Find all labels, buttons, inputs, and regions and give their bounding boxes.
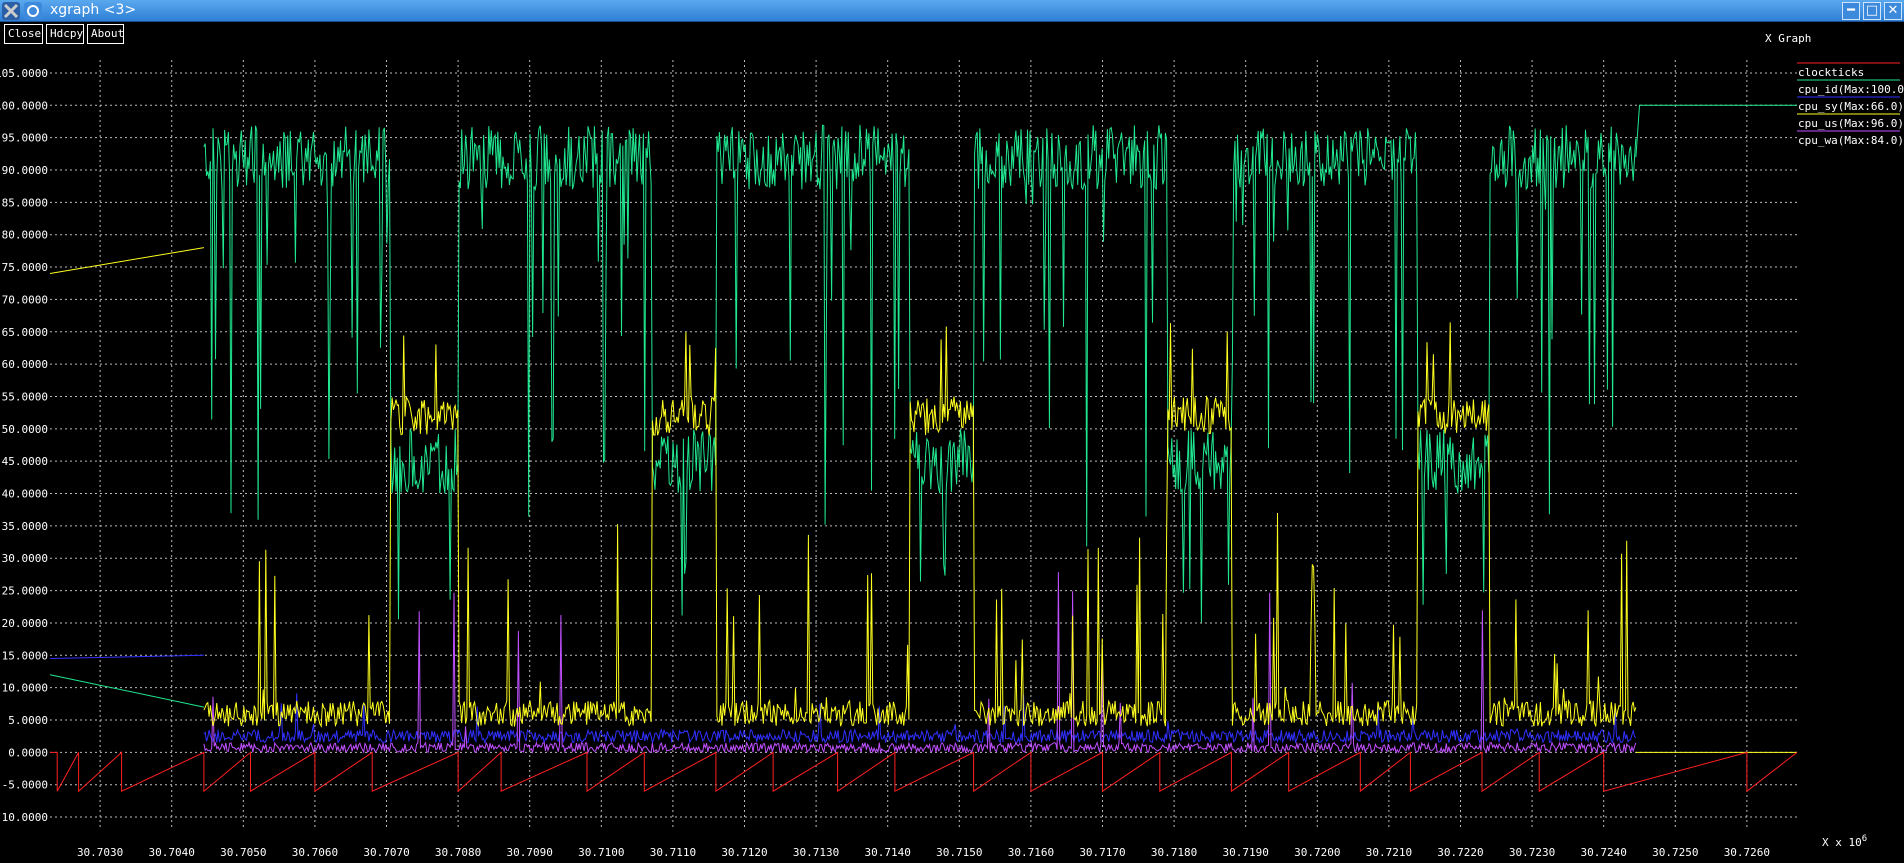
legend: clockticks cpu_id(Max:100.0) cpu_sy(Max:66… xyxy=(1797,62,1904,147)
y-tick-label: 55.0000 xyxy=(2,390,48,403)
y-tick-label: 45.0000 xyxy=(2,455,48,468)
plot-series xyxy=(49,104,1798,793)
series-cpu-id xyxy=(203,124,1637,623)
y-tick-label: 70.0000 xyxy=(2,293,48,306)
y-tick-label: -5.0000 xyxy=(2,779,48,792)
series-cpu-wa xyxy=(203,572,1637,755)
y-tick-label: 90.0000 xyxy=(2,164,48,177)
x-tick-label: 30.7230 xyxy=(1509,846,1555,859)
y-tick-label: -10.0000 xyxy=(0,811,48,824)
y-tick-label: 10.0000 xyxy=(2,682,48,695)
series-cpu-us-leadin xyxy=(49,247,204,274)
y-tick-label: 95.0000 xyxy=(2,132,48,145)
series-cpu-id-leadin xyxy=(49,674,205,708)
x-tick-label: 30.7220 xyxy=(1437,846,1483,859)
y-tick-label: 0.0000 xyxy=(8,746,48,759)
x-tick-label: 30.7060 xyxy=(292,846,338,859)
x-tick-label: 30.7120 xyxy=(721,846,767,859)
legend-entry: cpu_sy(Max:66.0) xyxy=(1798,100,1904,113)
y-tick-label: 35.0000 xyxy=(2,520,48,533)
y-tick-label: 25.0000 xyxy=(2,585,48,598)
x-tick-label: 30.7180 xyxy=(1151,846,1197,859)
y-tick-label: 85.0000 xyxy=(2,196,48,209)
x-tick-label: 30.7080 xyxy=(435,846,481,859)
plot-title: X Graph xyxy=(1765,32,1811,45)
x-tick-label: 30.7090 xyxy=(507,846,553,859)
x-tick-label: 30.7190 xyxy=(1223,846,1269,859)
y-tick-label: 80.0000 xyxy=(2,229,48,242)
x-tick-label: 30.7070 xyxy=(363,846,409,859)
x-tick-label: 30.7140 xyxy=(865,846,911,859)
y-tick-label: 30.0000 xyxy=(2,552,48,565)
legend-entry: cpu_id(Max:100.0) xyxy=(1798,83,1904,96)
y-tick-label: 75.0000 xyxy=(2,261,48,274)
x-tick-label: 30.7110 xyxy=(650,846,696,859)
legend-entry: cpu_wa(Max:84.0) xyxy=(1798,134,1904,147)
x-tick-label: 30.7130 xyxy=(793,846,839,859)
x-tick-label: 30.7100 xyxy=(578,846,624,859)
x-tick-label: 30.7040 xyxy=(149,846,195,859)
y-tick-label: 20.0000 xyxy=(2,617,48,630)
y-tick-label: 50.0000 xyxy=(2,423,48,436)
series-cpu-id-tail xyxy=(1635,104,1797,158)
x-tick-label: 30.7160 xyxy=(1008,846,1054,859)
x-tick-label: 30.7200 xyxy=(1294,846,1340,859)
y-tick-label: 60.0000 xyxy=(2,358,48,371)
series-clockticks xyxy=(50,751,1798,793)
x-tick-label: 30.7250 xyxy=(1652,846,1698,859)
x-tick-label: 30.7210 xyxy=(1366,846,1412,859)
y-tick-label: 5.0000 xyxy=(8,714,48,727)
legend-entry: cpu_us(Max:96.0) xyxy=(1798,117,1904,130)
x-tick-label: 30.7050 xyxy=(220,846,266,859)
x-tick-label: 30.7030 xyxy=(77,846,123,859)
y-tick-label: 65.0000 xyxy=(2,326,48,339)
x-unit-label: X x 106 xyxy=(1822,834,1867,849)
legend-entry: clockticks xyxy=(1798,66,1864,79)
xgraph-plot: 30.7030 30.7040 30.7050 30.7060 30.7070 30.70… xyxy=(0,32,1904,859)
x-tick-label: 30.7150 xyxy=(936,846,982,859)
y-tick-label: 105.0000 xyxy=(0,67,48,80)
x-tick-label: 30.7240 xyxy=(1581,846,1627,859)
y-tick-label: 15.0000 xyxy=(2,649,48,662)
x-tick-label: 30.7260 xyxy=(1724,846,1770,859)
y-tick-label: 40.0000 xyxy=(2,488,48,501)
y-tick-label: 100.0000 xyxy=(0,99,48,112)
x-tick-label: 30.7170 xyxy=(1079,846,1125,859)
